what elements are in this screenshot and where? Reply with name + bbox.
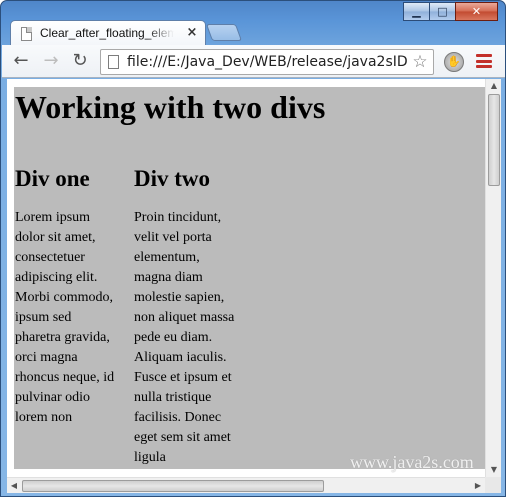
minimize-button[interactable]: ▁ [403, 2, 430, 21]
window-controls: ▁ □ ✕ [403, 2, 498, 21]
browser-window: ▁ □ ✕ Clear_after_floating_elements × ← … [0, 0, 506, 497]
page-viewport: Working with two divs Div one Lorem ipsu… [7, 79, 501, 493]
url-text[interactable]: file:///E:/Java_Dev/WEB/release/java2sID… [127, 53, 409, 72]
new-tab-button[interactable] [205, 24, 243, 41]
scrollbar-corner [485, 477, 501, 493]
tab-close-icon[interactable]: × [185, 25, 199, 41]
scroll-up-icon[interactable]: ▲ [486, 79, 501, 93]
menu-hamburger-icon[interactable] [476, 54, 492, 68]
extension-hand-icon[interactable]: ✋ [444, 52, 464, 72]
div-one: Div one Lorem ipsum dolor sit amet, cons… [15, 165, 125, 428]
page-favicon-icon [21, 27, 32, 41]
horizontal-scroll-thumb[interactable] [22, 480, 324, 492]
tab-title: Clear_after_floating_elements [40, 26, 174, 40]
maximize-button[interactable]: □ [429, 2, 456, 21]
div-one-heading: Div one [15, 166, 90, 191]
scroll-down-icon[interactable]: ▼ [486, 463, 501, 477]
scroll-right-icon[interactable]: ▶ [471, 478, 485, 493]
vertical-scroll-thumb[interactable] [488, 94, 500, 186]
horizontal-scrollbar[interactable]: ◀ ▶ [7, 477, 485, 493]
forward-button[interactable]: → [40, 50, 62, 72]
page-icon [108, 55, 119, 69]
div-one-text: Lorem ipsum dolor sit amet, consectetuer… [15, 210, 115, 425]
scroll-left-icon[interactable]: ◀ [7, 478, 21, 493]
vertical-scrollbar[interactable]: ▲ ▼ [485, 79, 501, 477]
page-heading: Working with two divs [15, 89, 326, 125]
close-window-button[interactable]: ✕ [455, 2, 498, 21]
back-button[interactable]: ← [10, 50, 32, 72]
bookmark-star-icon[interactable]: ☆ [410, 52, 430, 72]
address-bar[interactable]: file:///E:/Java_Dev/WEB/release/java2sID… [100, 49, 434, 75]
browser-tab[interactable]: Clear_after_floating_elements × [10, 20, 206, 46]
page-content: Working with two divs Div one Lorem ipsu… [14, 87, 485, 469]
div-two: Div two Proin tincidunt, velit vel porta… [134, 165, 244, 468]
browser-toolbar: ← → ↻ file:///E:/Java_Dev/WEB/release/ja… [2, 45, 505, 78]
div-two-heading: Div two [134, 166, 211, 191]
div-two-text: Proin tincidunt, velit vel porta element… [134, 210, 235, 465]
watermark: www.java2s.com [350, 452, 474, 472]
reload-button[interactable]: ↻ [69, 50, 91, 72]
